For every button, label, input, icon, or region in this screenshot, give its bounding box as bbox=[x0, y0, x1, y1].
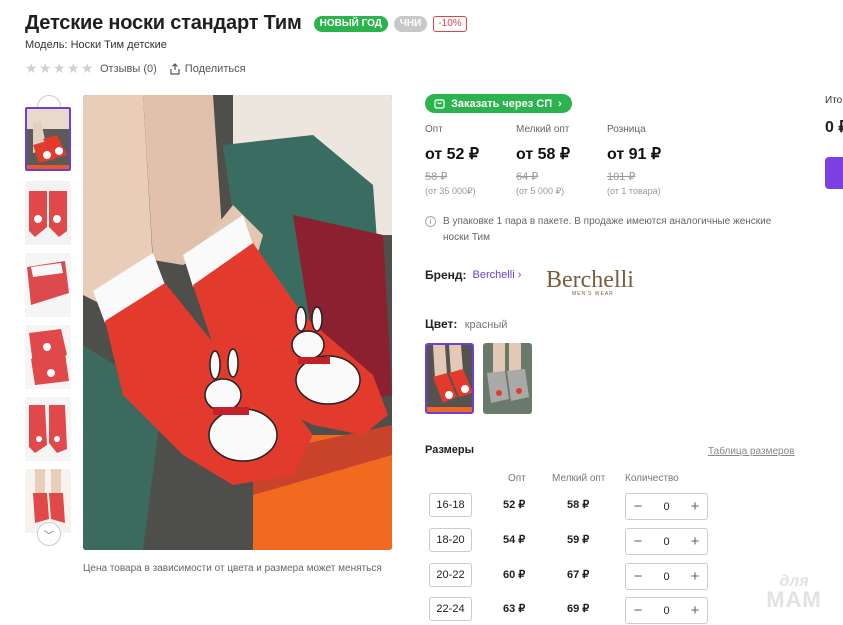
plus-icon[interactable]: + bbox=[688, 499, 702, 514]
color-swatch-red[interactable] bbox=[425, 343, 474, 414]
price-label: Розница bbox=[607, 124, 646, 135]
main-product-photo[interactable] bbox=[83, 95, 392, 550]
brand-row: Бренд: Berchelli › bbox=[425, 268, 521, 282]
order-via-sp-button[interactable]: Заказать через СП › bbox=[425, 94, 572, 113]
minus-icon[interactable]: − bbox=[631, 499, 645, 514]
star-icon: ★ bbox=[81, 60, 94, 76]
brand-logo[interactable]: Berchelli MEN'S WEAR bbox=[544, 265, 654, 297]
price-old: 58 ₽ bbox=[425, 171, 448, 183]
color-swatch-grey[interactable] bbox=[483, 343, 532, 414]
size-opt-price: 63 ₽ bbox=[503, 603, 526, 615]
thumbnail-5[interactable] bbox=[25, 397, 71, 461]
price-retail: Розница от 91 ₽ 101 ₽ (от 1 товара) bbox=[607, 124, 697, 196]
minus-icon[interactable]: − bbox=[631, 603, 645, 618]
price-old: 101 ₽ bbox=[607, 171, 636, 183]
product-title: Детские носки стандарт Тим bbox=[25, 12, 302, 34]
cart-icon bbox=[434, 99, 445, 109]
size-label: 22-24 bbox=[429, 597, 472, 621]
plus-icon[interactable]: + bbox=[688, 569, 702, 584]
package-info: i В упаковке 1 пара в пакете. В продаже … bbox=[425, 214, 795, 246]
size-small-price: 58 ₽ bbox=[567, 499, 590, 511]
color-value: красный bbox=[464, 319, 508, 331]
plus-icon[interactable]: + bbox=[688, 534, 702, 549]
watermark: для МАМ bbox=[756, 573, 832, 612]
star-icon: ★ bbox=[25, 60, 38, 76]
chni-badge: ЧНИ bbox=[393, 15, 428, 32]
product-model: Модель: Носки Тим детские bbox=[25, 39, 167, 51]
share-button[interactable]: Поделиться bbox=[169, 63, 246, 75]
total-value: 0 ₽ bbox=[825, 119, 843, 136]
quantity-stepper: − 0 + bbox=[625, 597, 708, 624]
minus-icon[interactable]: − bbox=[631, 569, 645, 584]
star-icon: ★ bbox=[39, 60, 52, 76]
info-icon: i bbox=[425, 216, 436, 227]
sizes-title: Размеры bbox=[425, 444, 475, 456]
price-min: (от 35 000₽) bbox=[425, 186, 476, 196]
rating-row: ★ ★ ★ ★ ★ Отзывы (0) Поделиться bbox=[25, 60, 246, 76]
price-label: Мелкий опт bbox=[516, 124, 570, 135]
price-old: 64 ₽ bbox=[516, 171, 539, 183]
price-min: (от 1 товара) bbox=[607, 186, 661, 196]
quantity-value[interactable]: 0 bbox=[663, 501, 669, 513]
photo-price-note: Цена товара в зависимости от цвета и раз… bbox=[83, 563, 382, 574]
thumbnail-1[interactable] bbox=[25, 107, 71, 171]
size-label: 18-20 bbox=[429, 528, 472, 552]
share-label: Поделиться bbox=[184, 62, 246, 75]
thumbnail-3[interactable] bbox=[25, 253, 71, 317]
new-year-badge: НОВЫЙ ГОД bbox=[313, 15, 388, 32]
quantity-stepper: − 0 + bbox=[625, 528, 708, 555]
size-opt-price: 54 ₽ bbox=[503, 534, 526, 546]
size-head-opt: Опт bbox=[508, 473, 526, 484]
chevron-down-icon: ﹀ bbox=[44, 530, 54, 542]
thumbnail-4[interactable] bbox=[25, 325, 71, 389]
size-opt-price: 60 ₽ bbox=[503, 569, 526, 581]
price-value: от 91 ₽ bbox=[607, 146, 662, 163]
brand-logo-text: Berchelli bbox=[546, 267, 634, 293]
size-opt-price: 52 ₽ bbox=[503, 499, 526, 511]
discount-badge: -10% bbox=[433, 15, 467, 32]
thumbs-down-button[interactable]: ﹀ bbox=[37, 522, 61, 546]
rating-stars: ★ ★ ★ ★ ★ bbox=[25, 60, 94, 76]
price-value: от 52 ₽ bbox=[425, 146, 480, 163]
star-icon: ★ bbox=[67, 60, 80, 76]
price-opt: Опт от 52 ₽ 58 ₽ (от 35 000₽) bbox=[425, 124, 515, 197]
title-row: Детские носки стандарт Тим НОВЫЙ ГОД ЧНИ… bbox=[25, 12, 467, 35]
size-label: 20-22 bbox=[429, 563, 472, 587]
brand-link[interactable]: Berchelli › bbox=[473, 269, 522, 281]
order-button-label: Заказать через СП bbox=[451, 97, 553, 110]
quantity-value[interactable]: 0 bbox=[663, 571, 669, 583]
package-info-text: В упаковке 1 пара в пакете. В продаже им… bbox=[443, 216, 772, 243]
price-small-opt: Мелкий опт от 58 ₽ 64 ₽ (от 5 000 ₽) bbox=[516, 124, 606, 197]
reviews-link[interactable]: Отзывы (0) bbox=[100, 63, 157, 75]
thumbnail-2[interactable] bbox=[25, 181, 71, 245]
brand-logo-sub: MEN'S WEAR bbox=[572, 291, 614, 297]
quantity-value[interactable]: 0 bbox=[663, 536, 669, 548]
watermark-bottom: МАМ bbox=[766, 587, 822, 612]
add-to-cart-button[interactable] bbox=[825, 157, 843, 189]
size-small-price: 67 ₽ bbox=[567, 569, 590, 581]
star-icon: ★ bbox=[53, 60, 66, 76]
share-icon bbox=[170, 62, 180, 75]
quantity-value[interactable]: 0 bbox=[663, 605, 669, 617]
brand-label: Бренд: bbox=[425, 268, 467, 282]
minus-icon[interactable]: − bbox=[631, 534, 645, 549]
quantity-stepper: − 0 + bbox=[625, 563, 708, 590]
size-label: 16-18 bbox=[429, 493, 472, 517]
brand-name: Berchelli bbox=[472, 269, 515, 281]
chevron-right-icon: › bbox=[558, 97, 562, 110]
size-table-link[interactable]: Таблица размеров bbox=[708, 446, 794, 457]
size-head-small: Мелкий опт bbox=[552, 473, 606, 484]
price-min: (от 5 000 ₽) bbox=[516, 186, 565, 196]
size-small-price: 69 ₽ bbox=[567, 603, 590, 615]
price-label: Опт bbox=[425, 124, 443, 135]
price-value: от 58 ₽ bbox=[516, 146, 571, 163]
color-row: Цвет: красный bbox=[425, 317, 507, 331]
total-label: Итого bbox=[825, 95, 843, 106]
size-small-price: 59 ₽ bbox=[567, 534, 590, 546]
plus-icon[interactable]: + bbox=[688, 603, 702, 618]
size-head-qty: Количество bbox=[625, 473, 679, 484]
color-label: Цвет: bbox=[425, 317, 458, 331]
quantity-stepper: − 0 + bbox=[625, 493, 708, 520]
chevron-right-icon: › bbox=[517, 269, 522, 281]
